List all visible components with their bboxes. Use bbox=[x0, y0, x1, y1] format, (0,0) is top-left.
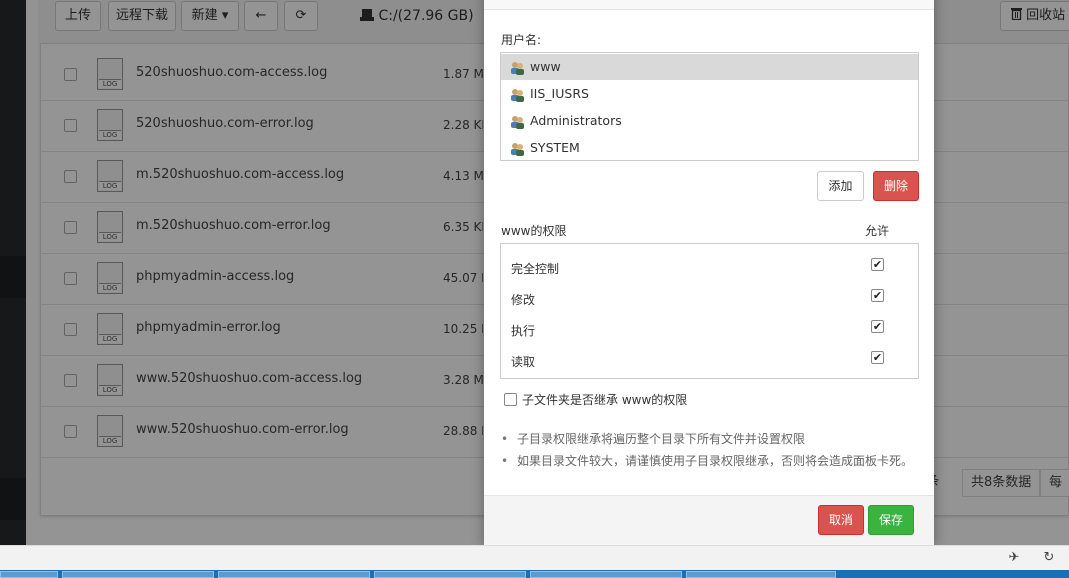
allow-checkbox[interactable]: ✔ bbox=[871, 320, 884, 333]
add-user-button[interactable]: 添加 bbox=[817, 171, 864, 201]
user-group-icon bbox=[511, 62, 524, 75]
user-name: Administrators bbox=[530, 113, 622, 128]
user-name: www bbox=[530, 59, 561, 74]
permission-name: 修改 bbox=[511, 293, 536, 307]
notes-list: 子目录权限继承将遍历整个目录下所有文件并设置权限 如果目录文件较大，请谨慎使用子… bbox=[501, 430, 913, 474]
inherit-label: 子文件夹是否继承 www的权限 bbox=[522, 393, 688, 407]
permission-dialog: 用户名: www IIS_IUSRS Administrators SYSTEM… bbox=[484, 0, 934, 545]
allow-column-header: 允许 bbox=[865, 224, 890, 238]
allow-checkbox[interactable]: ✔ bbox=[871, 351, 884, 364]
inherit-checkbox[interactable] bbox=[504, 393, 517, 406]
permission-row-modify: 修改 ✔ bbox=[501, 282, 918, 313]
inherit-option[interactable]: 子文件夹是否继承 www的权限 bbox=[504, 391, 687, 408]
browser-icon[interactable]: ↻ bbox=[1041, 550, 1057, 566]
permission-list: 完全控制 ✔ 修改 ✔ 执行 ✔ 读取 ✔ bbox=[500, 243, 919, 379]
taskbar-item[interactable] bbox=[530, 571, 682, 578]
user-group-icon bbox=[511, 116, 524, 129]
username-label: 用户名: bbox=[501, 33, 542, 47]
user-group-icon bbox=[511, 89, 524, 102]
user-item-iis-iusrs[interactable]: IIS_IUSRS bbox=[501, 81, 918, 107]
user-name: IIS_IUSRS bbox=[530, 86, 589, 101]
user-list[interactable]: www IIS_IUSRS Administrators SYSTEM bbox=[500, 52, 919, 161]
permission-name: 执行 bbox=[511, 324, 536, 338]
dialog-header bbox=[484, 0, 934, 10]
taskbar-item[interactable] bbox=[374, 571, 526, 578]
pin-icon[interactable]: ✈ bbox=[1006, 550, 1022, 566]
browser-status-bar: ✈ ↻ bbox=[0, 545, 1069, 570]
allow-checkbox[interactable]: ✔ bbox=[871, 258, 884, 271]
permission-row-read: 读取 ✔ bbox=[501, 344, 918, 375]
permission-name: 完全控制 bbox=[511, 262, 560, 276]
allow-checkbox[interactable]: ✔ bbox=[871, 289, 884, 302]
permission-row-full-control: 完全控制 ✔ bbox=[501, 251, 918, 282]
taskbar-item[interactable] bbox=[686, 571, 836, 578]
user-item-www[interactable]: www bbox=[501, 54, 918, 80]
permission-name: 读取 bbox=[511, 355, 536, 369]
delete-user-button[interactable]: 删除 bbox=[873, 171, 919, 201]
taskbar-item[interactable] bbox=[218, 571, 370, 578]
taskbar bbox=[0, 570, 1069, 578]
user-name: SYSTEM bbox=[530, 140, 580, 155]
taskbar-item[interactable] bbox=[62, 571, 214, 578]
dialog-footer: 取消 保存 bbox=[484, 495, 934, 545]
permission-title: www的权限 bbox=[501, 224, 567, 238]
note-item: 如果目录文件较大，请谨慎使用子目录权限继承，否则将会造成面板卡死。 bbox=[501, 452, 913, 474]
user-group-icon bbox=[511, 143, 524, 156]
cancel-button[interactable]: 取消 bbox=[818, 505, 864, 535]
user-item-system[interactable]: SYSTEM bbox=[501, 135, 918, 161]
note-item: 子目录权限继承将遍历整个目录下所有文件并设置权限 bbox=[501, 430, 913, 452]
save-button[interactable]: 保存 bbox=[868, 505, 914, 535]
user-item-administrators[interactable]: Administrators bbox=[501, 108, 918, 134]
permission-row-execute: 执行 ✔ bbox=[501, 313, 918, 344]
taskbar-item[interactable] bbox=[0, 571, 58, 578]
